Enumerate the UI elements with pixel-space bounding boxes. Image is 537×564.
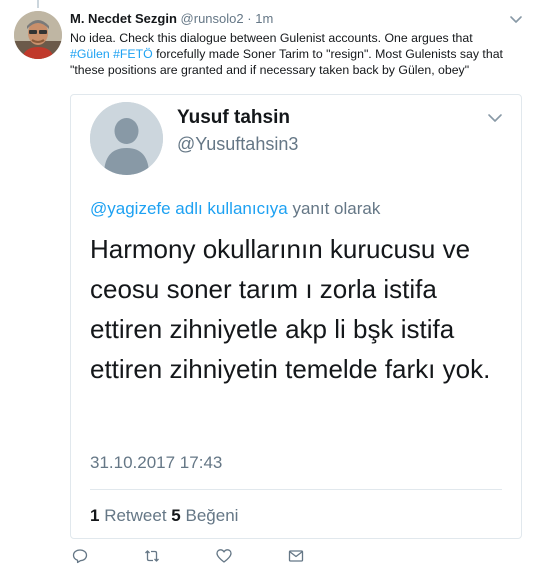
tweet: M. Necdet Sezgin @runsolo2 · 1m No idea.… xyxy=(0,0,537,564)
separator-dot: · xyxy=(247,11,252,26)
chevron-down-icon[interactable] xyxy=(487,110,503,126)
reply-context: @yagizefe adlı kullanıcıya yanıt olarak xyxy=(90,197,380,221)
hashtag-feto[interactable]: #FETÖ xyxy=(113,47,153,61)
tweet-actions xyxy=(70,548,370,564)
hashtag-gulen[interactable]: #Gülen xyxy=(70,47,110,61)
retweet-label: Retweet xyxy=(99,506,167,525)
divider xyxy=(90,489,502,490)
heart-icon[interactable] xyxy=(216,548,232,564)
like-stat[interactable]: 5 Beğeni xyxy=(171,506,238,525)
quoted-author-name[interactable]: Yusuf tahsin xyxy=(177,106,290,130)
retweet-icon[interactable] xyxy=(144,548,160,564)
tweet-text-part: No idea. Check this dialogue between Gul… xyxy=(70,31,473,45)
reply-icon[interactable] xyxy=(72,548,88,564)
engagement-stats: 1 Retweet 5 Beğeni xyxy=(90,505,238,527)
retweet-stat[interactable]: 1 Retweet xyxy=(90,506,167,525)
tweet-header: M. Necdet Sezgin @runsolo2 · 1m xyxy=(70,10,507,28)
chevron-down-icon[interactable] xyxy=(509,12,523,26)
reply-suffix: yanıt olarak xyxy=(287,199,381,218)
mail-icon[interactable] xyxy=(288,548,304,564)
reply-mention[interactable]: @yagizefe adlı kullanıcıya xyxy=(90,199,288,218)
author-handle[interactable]: @runsolo2 xyxy=(181,11,244,26)
tweet-timestamp[interactable]: 1m xyxy=(255,11,273,26)
quoted-author-handle[interactable]: @Yusuftahsin3 xyxy=(177,132,298,156)
tweet-text: No idea. Check this dialogue between Gul… xyxy=(70,30,510,78)
quoted-tweet-date[interactable]: 31.10.2017 17:43 xyxy=(90,452,222,474)
quoted-tweet-text: Harmony okullarının kurucusu ve ceosu so… xyxy=(90,234,491,384)
like-label: Beğeni xyxy=(180,506,239,525)
avatar[interactable] xyxy=(14,11,62,59)
avatar-image xyxy=(14,11,62,59)
quoted-avatar[interactable] xyxy=(90,102,163,175)
quoted-tweet[interactable]: Yusuf tahsin @Yusuftahsin3 @yagizefe adl… xyxy=(70,94,522,539)
like-count: 5 xyxy=(171,506,181,525)
author-name[interactable]: M. Necdet Sezgin xyxy=(70,11,177,26)
default-avatar-icon xyxy=(90,102,163,175)
